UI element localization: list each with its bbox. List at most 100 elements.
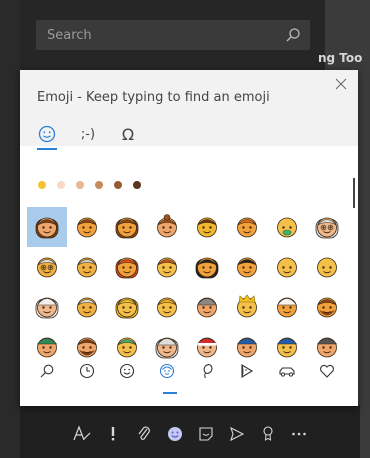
more-icon <box>292 432 306 436</box>
emoji-baby-green-pacifier[interactable] <box>267 207 307 247</box>
search-input[interactable]: Search <box>47 28 285 43</box>
skin-tone-4[interactable] <box>95 181 103 189</box>
genie-emoji <box>117 337 137 358</box>
police-officer-2-emoji <box>276 337 298 358</box>
search-category[interactable] <box>27 360 67 382</box>
emoticon-tab[interactable]: ;-) <box>75 123 101 145</box>
format-icon <box>73 425 91 441</box>
man-brown-beard-emoji <box>77 337 97 358</box>
face-yellow-2-emoji <box>317 257 337 278</box>
emoji-row <box>27 247 347 287</box>
food-category[interactable] <box>227 360 267 382</box>
woman-red-hair-emoji <box>115 257 139 279</box>
emoji-blonde-man[interactable] <box>147 287 187 327</box>
emoji-row <box>27 207 347 247</box>
emoji-man-turban-white[interactable] <box>67 287 107 327</box>
emoji-child[interactable] <box>147 247 187 287</box>
smiley-category[interactable] <box>107 360 147 382</box>
pizza-icon <box>241 364 254 378</box>
police-officer-emoji <box>236 337 258 358</box>
emoji-woman-headscarf[interactable] <box>27 287 67 327</box>
attach-button[interactable] <box>132 424 156 444</box>
emoji-older-person[interactable] <box>67 247 107 287</box>
emoji-older-woman[interactable] <box>307 207 347 247</box>
blonde-person-emoji <box>115 297 139 319</box>
emoji-girl[interactable] <box>107 207 147 247</box>
sticker-button[interactable] <box>194 424 218 444</box>
skin-tone-5[interactable] <box>114 181 122 189</box>
celebration-category[interactable] <box>187 360 227 382</box>
emoji-woman-orange[interactable] <box>227 207 267 247</box>
older-person-emoji <box>77 257 97 278</box>
emoji-man-dark-hair[interactable] <box>187 247 227 287</box>
praise-button[interactable] <box>256 424 280 444</box>
older-man-glasses-emoji <box>37 257 57 278</box>
more-button[interactable] <box>287 424 311 444</box>
santa-emoji <box>196 337 218 358</box>
emoji-boy[interactable] <box>67 207 107 247</box>
heart-icon <box>320 364 334 378</box>
emoji-button[interactable] <box>163 424 187 444</box>
send-button[interactable] <box>225 424 249 444</box>
emoji-panel: Emoji - Keep typing to find an emoji ;-)… <box>20 70 358 406</box>
blonde-man-emoji <box>157 297 177 318</box>
person-dark-hair-emoji <box>237 257 257 278</box>
active-tab-indicator <box>37 148 57 150</box>
emoji-woman[interactable] <box>27 207 67 247</box>
important-icon <box>111 427 115 441</box>
attach-icon <box>138 426 150 440</box>
baby-green-pacifier-emoji <box>277 217 297 238</box>
emoji-man-beard[interactable] <box>307 287 347 327</box>
emoji-man-white-turban[interactable] <box>267 287 307 327</box>
man-emoji <box>197 217 217 238</box>
scrollbar[interactable] <box>353 178 355 208</box>
man-dark-hair-emoji <box>195 257 219 279</box>
man-white-turban-emoji <box>276 297 298 318</box>
skin-tone-2[interactable] <box>57 181 65 189</box>
symbols-category[interactable] <box>307 360 347 382</box>
emoji-man[interactable] <box>187 207 227 247</box>
skin-tone-selector <box>38 181 152 189</box>
detective-emoji <box>316 337 338 358</box>
emoji-woman-red-hair[interactable] <box>107 247 147 287</box>
emoji-blonde-person[interactable] <box>107 287 147 327</box>
person-red-hair-emoji <box>157 214 177 238</box>
boy-emoji <box>77 217 97 238</box>
person-with-turban-emoji <box>196 297 218 318</box>
emoji-prince-crown[interactable] <box>227 287 267 327</box>
smiley-icon <box>38 125 56 143</box>
sticker-icon <box>199 427 213 441</box>
emoji-person-with-turban[interactable] <box>187 287 227 327</box>
skin-tone-6[interactable] <box>133 181 141 189</box>
close-icon[interactable] <box>334 77 348 91</box>
emoji-face-yellow[interactable] <box>267 247 307 287</box>
symbols-tab[interactable]: Ω <box>119 123 137 145</box>
format-button[interactable] <box>70 424 94 444</box>
praise-icon <box>263 426 273 441</box>
emoji-person-dark-hair[interactable] <box>227 247 267 287</box>
elf-emoji <box>36 337 58 358</box>
emoji-tab[interactable] <box>37 123 57 145</box>
emoji-person-red-hair[interactable] <box>147 207 187 247</box>
emoji-face-yellow-2[interactable] <box>307 247 347 287</box>
woman-emoji <box>35 217 59 239</box>
emoji-panel-title: Emoji - Keep typing to find an emoji <box>37 90 270 105</box>
emoji-grid <box>27 207 347 367</box>
emoji-row <box>27 287 347 327</box>
smiley-icon <box>119 363 135 379</box>
travel-category[interactable] <box>267 360 307 382</box>
recent-category[interactable] <box>67 360 107 382</box>
send-icon <box>230 426 245 442</box>
man-beard-emoji <box>317 297 337 318</box>
emoji-older-man-glasses[interactable] <box>27 247 67 287</box>
car-icon <box>279 367 295 377</box>
skin-tone-1[interactable] <box>38 181 46 189</box>
skin-tone-3[interactable] <box>76 181 84 189</box>
woman-headscarf-emoji <box>35 297 59 319</box>
search-box[interactable]: Search <box>36 20 310 50</box>
search-icon[interactable] <box>285 27 301 43</box>
important-button[interactable] <box>101 424 125 444</box>
face-yellow-emoji <box>277 257 297 278</box>
person-face-icon <box>159 363 175 379</box>
people-category[interactable] <box>147 360 187 382</box>
